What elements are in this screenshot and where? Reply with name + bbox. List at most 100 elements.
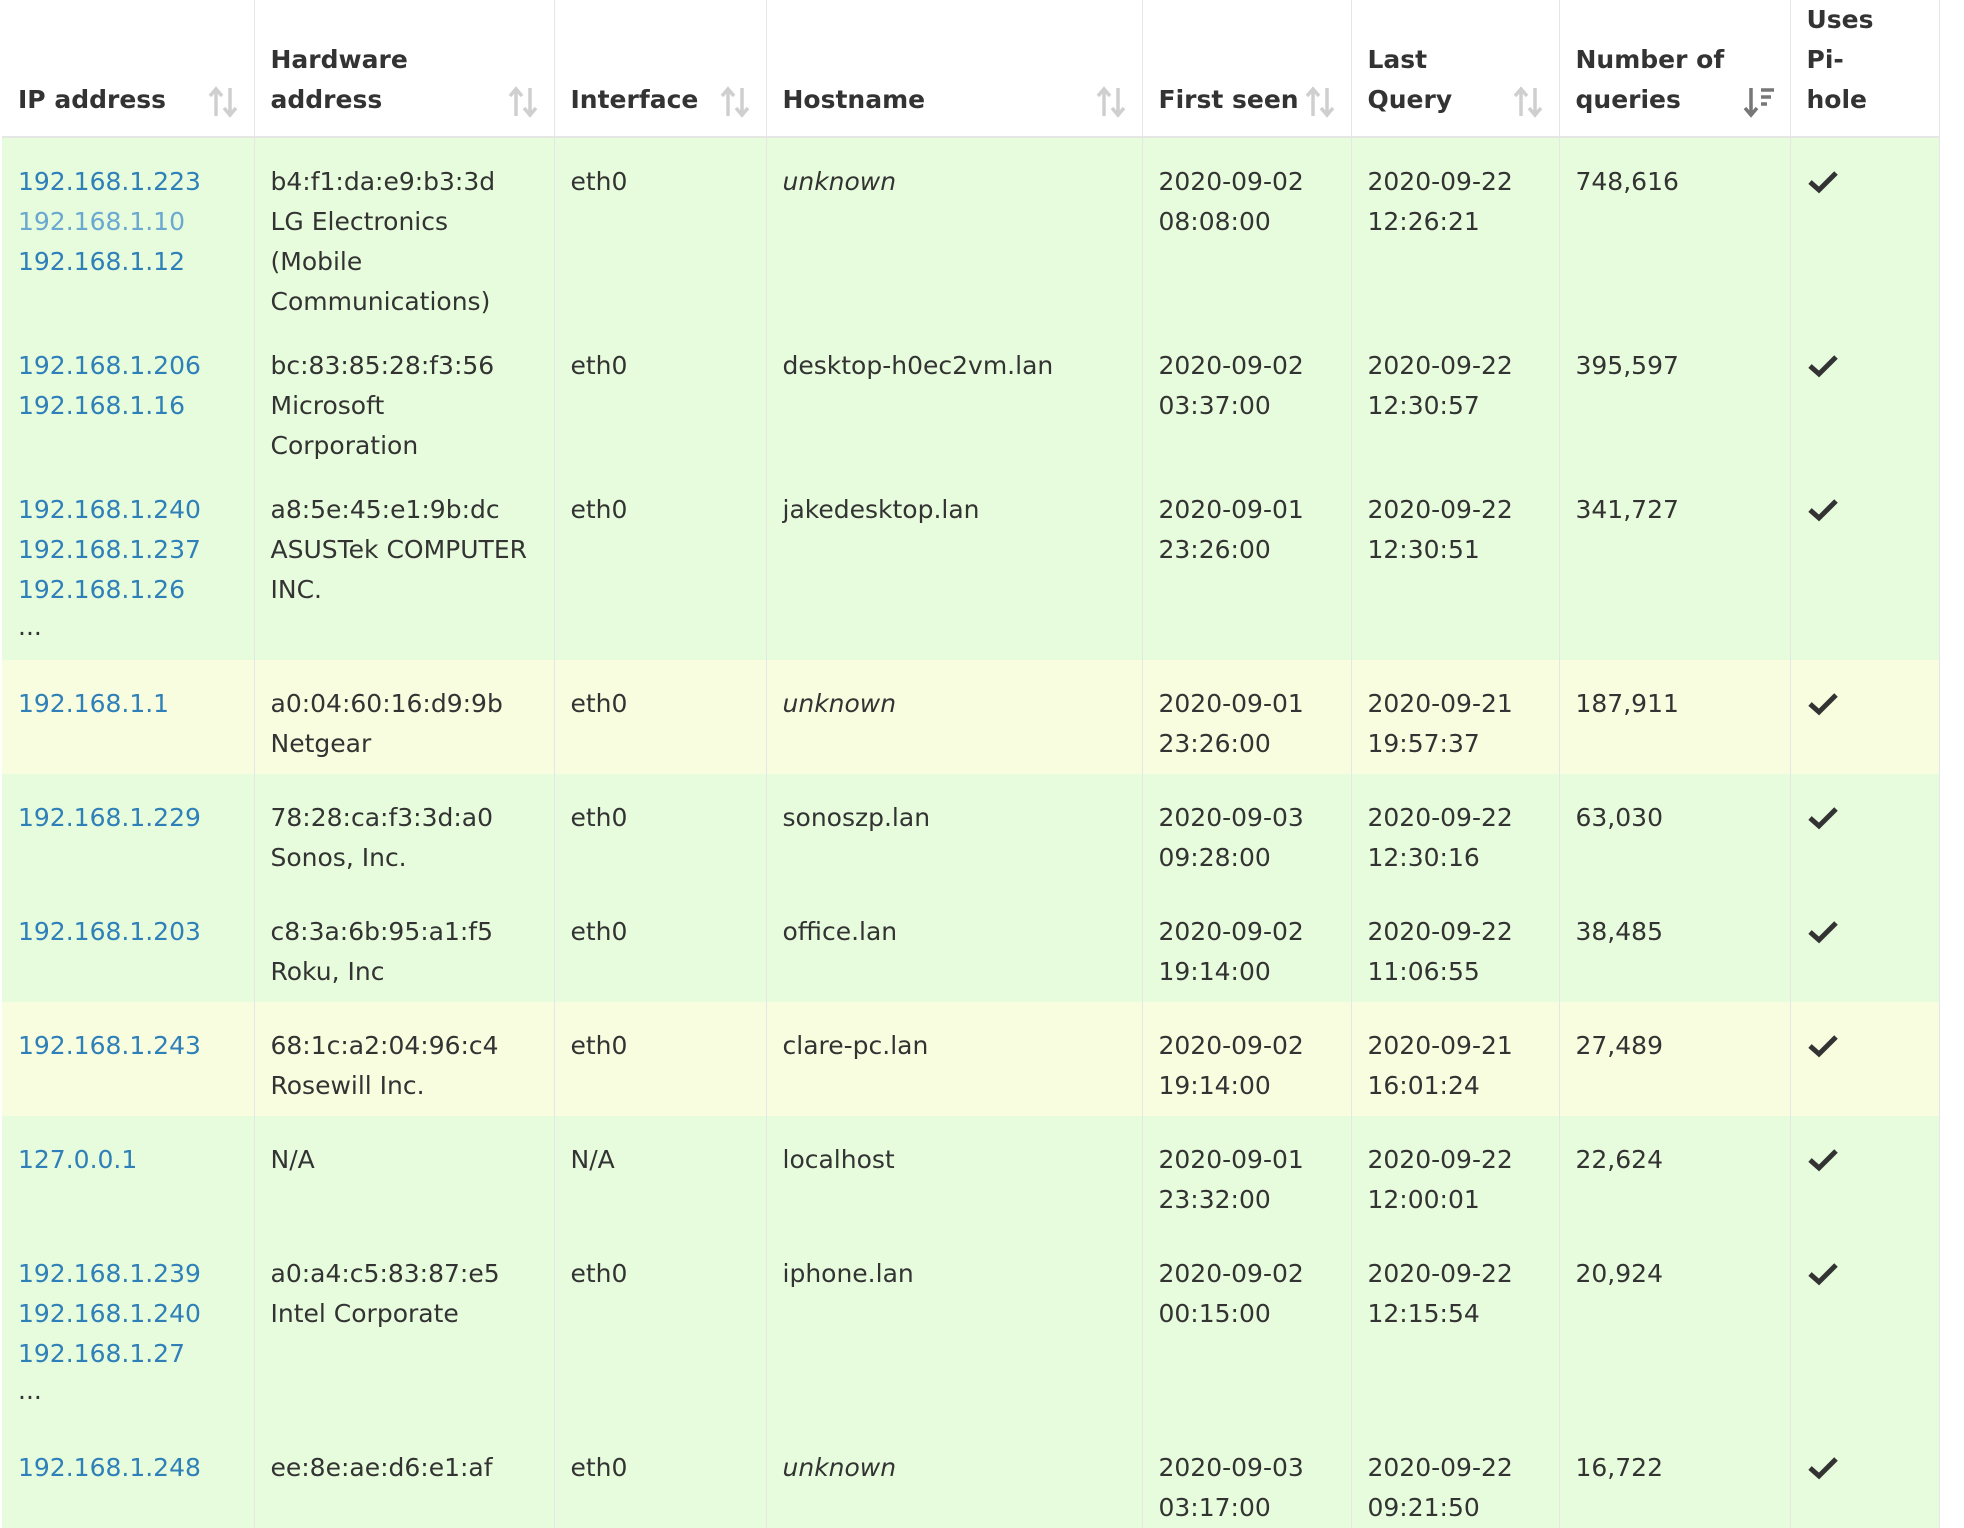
ip-address-link[interactable]: 127.0.0.1 xyxy=(18,1140,238,1180)
check-icon xyxy=(1807,1149,1838,1172)
table-row[interactable]: 192.168.1.206 192.168.1.16 bc:83:85:28:f3:… xyxy=(2,322,1940,466)
cell-interface: eth0 xyxy=(554,1230,767,1424)
cell-hardware-address: a0:04:60:16:d9:9b Netgear xyxy=(254,660,555,774)
cell-hardware-address: a0:a4:c5:83:87:e5 Intel Corporate xyxy=(254,1230,555,1424)
cell-last-query: 2020-09-22 12:30:51 xyxy=(1351,466,1560,660)
first-seen-time: 19:14:00 xyxy=(1158,1071,1271,1100)
sort-icon[interactable] xyxy=(1094,86,1128,118)
cell-ip-addresses: 192.168.1.248 xyxy=(2,1424,255,1528)
ip-address-link[interactable]: 192.168.1.240 xyxy=(18,1294,238,1334)
ip-address-link[interactable]: 192.168.1.27 xyxy=(18,1334,238,1374)
cell-interface: N/A xyxy=(554,1116,767,1230)
vendor-name: Roku, Inc xyxy=(270,957,385,986)
cell-interface: eth0 xyxy=(554,660,767,774)
last-query-time: 12:30:57 xyxy=(1367,391,1480,420)
sort-icon[interactable] xyxy=(206,86,240,118)
ip-address-link[interactable]: 192.168.1.12 xyxy=(18,242,238,282)
ip-address-link[interactable]: 192.168.1.237 xyxy=(18,530,238,570)
column-header-first-seen[interactable]: First seen xyxy=(1142,0,1352,138)
cell-ip-addresses: 192.168.1.229 xyxy=(2,774,255,888)
ip-address-link[interactable]: 192.168.1.229 xyxy=(18,798,238,838)
last-query-date: 2020-09-22 xyxy=(1367,167,1513,196)
cell-hardware-address: c8:3a:6b:95:a1:f5 Roku, Inc xyxy=(254,888,555,1002)
table-row[interactable]: 192.168.1.243 68:1c:a2:04:96:c4 Rosewill I… xyxy=(2,1002,1940,1116)
table-row[interactable]: 127.0.0.1 N/A N/A localhost 2020-09-01 23:32:… xyxy=(2,1116,1940,1230)
cell-last-query: 2020-09-22 12:00:01 xyxy=(1351,1116,1560,1230)
table-row[interactable]: 192.168.1.240 192.168.1.237 192.168.1.26..… xyxy=(2,466,1940,660)
cell-last-query: 2020-09-22 12:26:21 xyxy=(1351,137,1560,322)
column-header-last-query[interactable]: Last Query xyxy=(1351,0,1560,138)
cell-ip-addresses: 192.168.1.239 192.168.1.240 192.168.1.27..… xyxy=(2,1230,255,1424)
check-icon xyxy=(1807,921,1838,944)
cell-uses-pihole xyxy=(1790,322,1940,466)
cell-interface: eth0 xyxy=(554,1002,767,1116)
network-table: IP address Hardware address Interface Ho… xyxy=(2,0,1940,1528)
cell-first-seen: 2020-09-02 00:15:00 xyxy=(1142,1230,1352,1424)
ip-address-link[interactable]: 192.168.1.203 xyxy=(18,912,238,952)
column-header-hardware[interactable]: Hardware address xyxy=(254,0,555,138)
cell-uses-pihole xyxy=(1790,774,1940,888)
cell-hostname: iphone.lan xyxy=(766,1230,1143,1424)
first-seen-time: 19:14:00 xyxy=(1158,957,1271,986)
check-icon xyxy=(1807,807,1838,830)
ip-address-link[interactable]: 192.168.1.223 xyxy=(18,162,238,202)
more-ips-ellipsis: ... xyxy=(18,1376,42,1405)
table-row[interactable]: 192.168.1.239 192.168.1.240 192.168.1.27..… xyxy=(2,1230,1940,1424)
table-row[interactable]: 192.168.1.1 a0:04:60:16:d9:9b Netgear eth0 u… xyxy=(2,660,1940,774)
cell-interface: eth0 xyxy=(554,466,767,660)
last-query-time: 12:15:54 xyxy=(1367,1299,1480,1328)
cell-hostname: desktop-h0ec2vm.lan xyxy=(766,322,1143,466)
ip-address-link[interactable]: 192.168.1.248 xyxy=(18,1448,238,1488)
first-seen-date: 2020-09-01 xyxy=(1158,1145,1304,1174)
cell-uses-pihole xyxy=(1790,660,1940,774)
sort-icon[interactable] xyxy=(1303,86,1337,118)
cell-ip-addresses: 192.168.1.206 192.168.1.16 xyxy=(2,322,255,466)
ip-address-link[interactable]: 192.168.1.206 xyxy=(18,346,238,386)
first-seen-date: 2020-09-02 xyxy=(1158,351,1304,380)
last-query-time: 16:01:24 xyxy=(1367,1071,1480,1100)
first-seen-time: 03:37:00 xyxy=(1158,391,1271,420)
vendor-name: LG Electronics (Mobile Communications) xyxy=(270,207,491,316)
cell-ip-addresses: 127.0.0.1 xyxy=(2,1116,255,1230)
column-header-ip[interactable]: IP address xyxy=(2,0,255,138)
cell-uses-pihole xyxy=(1790,137,1940,322)
cell-last-query: 2020-09-22 12:30:16 xyxy=(1351,774,1560,888)
last-query-date: 2020-09-22 xyxy=(1367,351,1513,380)
first-seen-time: 23:26:00 xyxy=(1158,729,1271,758)
mac-address: N/A xyxy=(270,1145,315,1174)
cell-ip-addresses: 192.168.1.203 xyxy=(2,888,255,1002)
column-header-uses-pihole[interactable]: Uses Pi-hole xyxy=(1790,0,1940,138)
check-icon xyxy=(1807,693,1838,716)
cell-first-seen: 2020-09-03 09:28:00 xyxy=(1142,774,1352,888)
table-row[interactable]: 192.168.1.203 c8:3a:6b:95:a1:f5 Roku, Inc e… xyxy=(2,888,1940,1002)
ip-address-link[interactable]: 192.168.1.1 xyxy=(18,684,238,724)
ip-address-link[interactable]: 192.168.1.26 xyxy=(18,570,238,610)
sort-desc-icon[interactable] xyxy=(1742,86,1776,118)
table-row[interactable]: 192.168.1.229 78:28:ca:f3:3d:a0 Sonos, Inc… xyxy=(2,774,1940,888)
cell-last-query: 2020-09-22 12:15:54 xyxy=(1351,1230,1560,1424)
cell-hostname: jakedesktop.lan xyxy=(766,466,1143,660)
cell-query-count: 187,911 xyxy=(1559,660,1791,774)
cell-hardware-address: 78:28:ca:f3:3d:a0 Sonos, Inc. xyxy=(254,774,555,888)
ip-address-link[interactable]: 192.168.1.239 xyxy=(18,1254,238,1294)
check-icon xyxy=(1807,499,1838,522)
table-row[interactable]: 192.168.1.248 ee:8e:ae:d6:e1:af eth0 unknow… xyxy=(2,1424,1940,1528)
table-body: 192.168.1.223 192.168.1.10 192.168.1.12 b4:… xyxy=(2,137,1940,1528)
cell-hardware-address: a8:5e:45:e1:9b:dc ASUSTek COMPUTER INC. xyxy=(254,466,555,660)
ip-address-link[interactable]: 192.168.1.243 xyxy=(18,1026,238,1066)
mac-address: 68:1c:a2:04:96:c4 xyxy=(270,1031,499,1060)
last-query-date: 2020-09-21 xyxy=(1367,1031,1513,1060)
cell-query-count: 38,485 xyxy=(1559,888,1791,1002)
column-header-queries[interactable]: Number of queries xyxy=(1559,0,1791,138)
table-row[interactable]: 192.168.1.223 192.168.1.10 192.168.1.12 b4:… xyxy=(2,137,1940,322)
sort-icon[interactable] xyxy=(1511,86,1545,118)
ip-address-link[interactable]: 192.168.1.10 xyxy=(18,202,238,242)
sort-icon[interactable] xyxy=(506,86,540,118)
first-seen-time: 09:28:00 xyxy=(1158,843,1271,872)
column-header-interface[interactable]: Interface xyxy=(554,0,767,138)
ip-address-link[interactable]: 192.168.1.16 xyxy=(18,386,238,426)
cell-query-count: 22,624 xyxy=(1559,1116,1791,1230)
column-header-hostname[interactable]: Hostname xyxy=(766,0,1143,138)
sort-icon[interactable] xyxy=(718,86,752,118)
ip-address-link[interactable]: 192.168.1.240 xyxy=(18,490,238,530)
